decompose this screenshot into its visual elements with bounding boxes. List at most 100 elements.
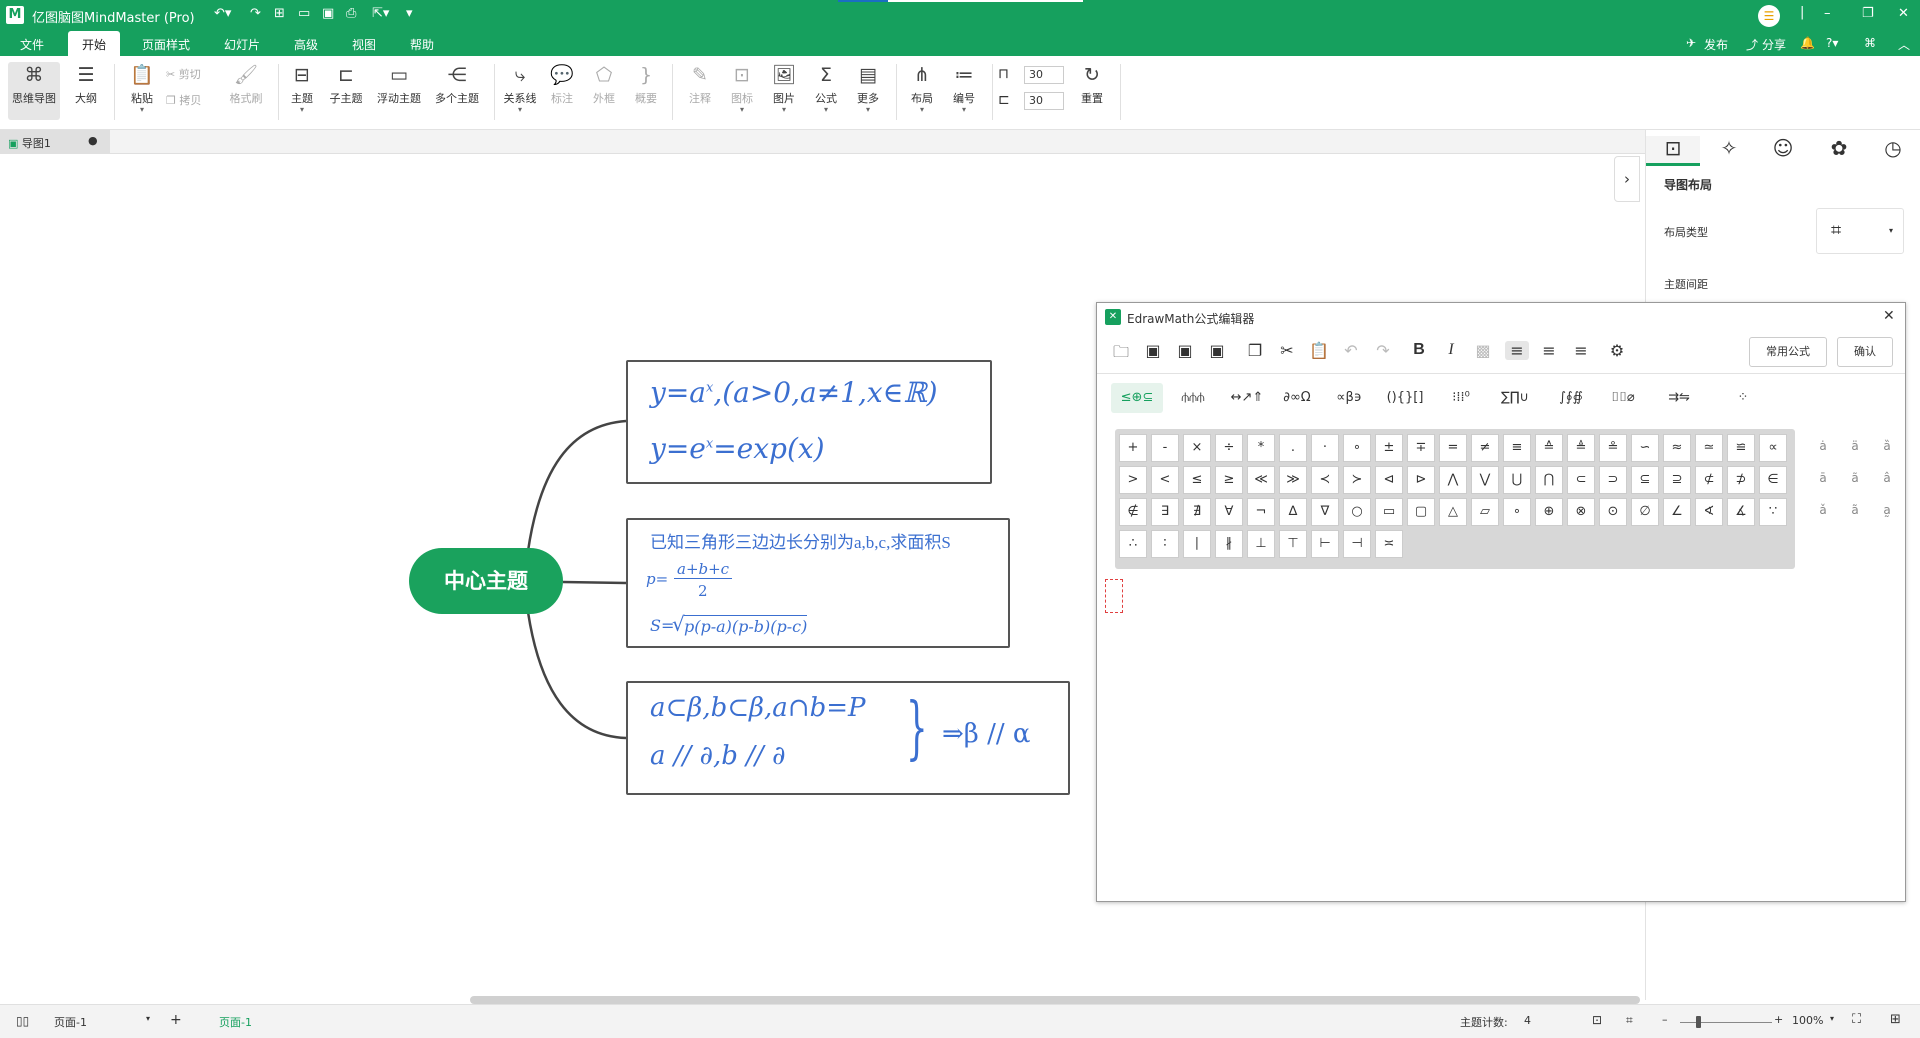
import-icon[interactable]: ▣: [1141, 341, 1165, 360]
symbol-button[interactable]: ⊥: [1247, 530, 1275, 558]
panel-tab-theme[interactable]: ✿: [1812, 136, 1866, 166]
symbol-button[interactable]: ∢: [1695, 498, 1723, 526]
symbol-tab-3[interactable]: ∂∞Ω: [1271, 383, 1323, 413]
symbol-tab-4[interactable]: ∝β϶: [1323, 383, 1375, 413]
symbol-button[interactable]: ⊃: [1599, 466, 1627, 494]
symbol-button[interactable]: ∘: [1503, 498, 1531, 526]
symbol-button[interactable]: ∇: [1311, 498, 1339, 526]
central-topic[interactable]: 中心主题: [409, 548, 563, 614]
accent-button[interactable]: a̰: [1881, 503, 1893, 519]
symbol-button[interactable]: ≺: [1311, 466, 1339, 494]
symbol-button[interactable]: ∅: [1631, 498, 1659, 526]
page-tab[interactable]: 页面-1: [219, 1014, 252, 1030]
collapse-panel-button[interactable]: ›: [1614, 156, 1640, 202]
align-center-icon[interactable]: ≡: [1537, 341, 1561, 360]
symbol-button[interactable]: =: [1439, 434, 1467, 462]
zoom-level[interactable]: 100%: [1792, 1014, 1823, 1027]
symbol-button[interactable]: ∄: [1183, 498, 1211, 526]
symbol-button[interactable]: ▭: [1375, 498, 1403, 526]
symbol-button[interactable]: ∝: [1759, 434, 1787, 462]
add-page-icon[interactable]: +: [170, 1012, 182, 1028]
symbol-button[interactable]: ⊂: [1567, 466, 1595, 494]
align-left-icon[interactable]: ≡: [1505, 341, 1529, 360]
symbol-button[interactable]: ⊙: [1599, 498, 1627, 526]
symbol-button[interactable]: *: [1247, 434, 1275, 462]
symbol-button[interactable]: ⊇: [1663, 466, 1691, 494]
copy-icon[interactable]: ❐: [1243, 341, 1267, 360]
save-image-icon[interactable]: ▣: [1205, 341, 1229, 360]
symbol-button[interactable]: ○: [1343, 498, 1371, 526]
redo-icon[interactable]: ↷: [1371, 341, 1395, 360]
symbol-button[interactable]: ⊲: [1375, 466, 1403, 494]
symbol-button[interactable]: ∆: [1279, 498, 1307, 526]
symbol-tab-2[interactable]: ↔↗⇑: [1221, 383, 1273, 413]
help-icon[interactable]: ?▾: [1826, 36, 1838, 50]
chevron-down-icon[interactable]: ▾: [1830, 1014, 1834, 1023]
close-window-icon[interactable]: ✕: [1898, 6, 1909, 21]
symbol-button[interactable]: ⋀: [1439, 466, 1467, 494]
symbol-button[interactable]: ∠: [1663, 498, 1691, 526]
symbol-button[interactable]: ≍: [1375, 530, 1403, 558]
symbol-button[interactable]: ∡: [1727, 498, 1755, 526]
symbol-button[interactable]: ⊄: [1695, 466, 1723, 494]
symbol-button[interactable]: ∈: [1759, 466, 1787, 494]
apps-icon[interactable]: ⌘: [1864, 36, 1876, 50]
publish-button[interactable]: 发布: [1704, 36, 1728, 53]
fit-page-icon[interactable]: ⊡: [1592, 1013, 1602, 1027]
symbol-button[interactable]: △: [1439, 498, 1467, 526]
symbol-button[interactable]: ≥: [1215, 466, 1243, 494]
symbol-button[interactable]: ≃: [1695, 434, 1723, 462]
symbol-tab-6[interactable]: ⁝⁞⁞⁰: [1435, 383, 1487, 413]
accent-button[interactable]: ä: [1849, 439, 1861, 455]
italic-icon[interactable]: I: [1439, 341, 1463, 359]
symbol-tab-7[interactable]: ∑∏∪: [1489, 383, 1541, 413]
symbol-button[interactable]: ≙: [1535, 434, 1563, 462]
zoom-out-icon[interactable]: –: [1662, 1013, 1668, 1026]
symbol-tab-10[interactable]: ⇉⇋: [1653, 383, 1705, 413]
avatar[interactable]: ☰: [1758, 5, 1780, 27]
topic-plane-parallel[interactable]: a⊂β,b⊂β,a∩b=P a // ∂,b // ∂ } ⇒β // α: [626, 681, 1070, 795]
publish-icon[interactable]: ✈: [1686, 36, 1696, 50]
symbol-button[interactable]: ∣: [1183, 530, 1211, 558]
zoom-in-icon[interactable]: +: [1774, 1013, 1783, 1026]
common-formula-button[interactable]: 常用公式: [1749, 337, 1827, 367]
collapse-ribbon-icon[interactable]: ︿: [1898, 36, 1910, 53]
restore-icon[interactable]: ❐: [1862, 6, 1874, 21]
symbol-button[interactable]: ∘: [1343, 434, 1371, 462]
split-view-icon[interactable]: ⊞: [1890, 1012, 1901, 1027]
accent-button[interactable]: a͂: [1849, 503, 1861, 519]
confirm-button[interactable]: 确认: [1837, 337, 1893, 367]
symbol-button[interactable]: <: [1151, 466, 1179, 494]
layout-type-dropdown[interactable]: ⌗ ▾: [1816, 208, 1904, 254]
scissors-icon[interactable]: ✂: [1275, 341, 1299, 360]
symbol-button[interactable]: ≠: [1471, 434, 1499, 462]
symbol-tab-9[interactable]: ⌷⌷⌀: [1597, 383, 1649, 413]
align-right-icon[interactable]: ≡: [1569, 341, 1593, 360]
symbol-button[interactable]: .: [1279, 434, 1307, 462]
symbol-button[interactable]: ≈: [1663, 434, 1691, 462]
topic-triangle-area[interactable]: 已知三角形三边边长分别为a,b,c,求面积S p= a+b+c 2 S= √ p…: [626, 518, 1010, 648]
symbol-button[interactable]: ∓: [1407, 434, 1435, 462]
symbol-button[interactable]: ÷: [1215, 434, 1243, 462]
symbol-button[interactable]: >: [1119, 466, 1147, 494]
symbol-button[interactable]: ⋂: [1535, 466, 1563, 494]
symbol-button[interactable]: ⊗: [1567, 498, 1595, 526]
zoom-slider-track[interactable]: [1680, 1022, 1772, 1023]
fullscreen-fit-icon[interactable]: ⌗: [1626, 1013, 1633, 1028]
accent-button[interactable]: ȧ: [1817, 439, 1829, 455]
minimize-icon[interactable]: –: [1824, 6, 1831, 21]
symbol-button[interactable]: ≤: [1183, 466, 1211, 494]
symbol-button[interactable]: ≜: [1567, 434, 1595, 462]
bell-icon[interactable]: 🔔: [1800, 36, 1815, 50]
symbol-tab-11[interactable]: ⁘: [1723, 383, 1763, 413]
symbol-button[interactable]: ∽: [1631, 434, 1659, 462]
horizontal-scrollbar[interactable]: [470, 996, 1640, 1004]
color-icon[interactable]: ▩: [1471, 341, 1495, 360]
symbol-tab-0[interactable]: ≤⊕⊆: [1111, 383, 1163, 413]
page-panel-icon[interactable]: ▯▯: [16, 1014, 29, 1028]
symbol-button[interactable]: ∀: [1215, 498, 1243, 526]
symbol-button[interactable]: ⋁: [1471, 466, 1499, 494]
symbol-button[interactable]: ▱: [1471, 498, 1499, 526]
symbol-button[interactable]: ⊆: [1631, 466, 1659, 494]
close-icon[interactable]: ✕: [1883, 308, 1895, 324]
